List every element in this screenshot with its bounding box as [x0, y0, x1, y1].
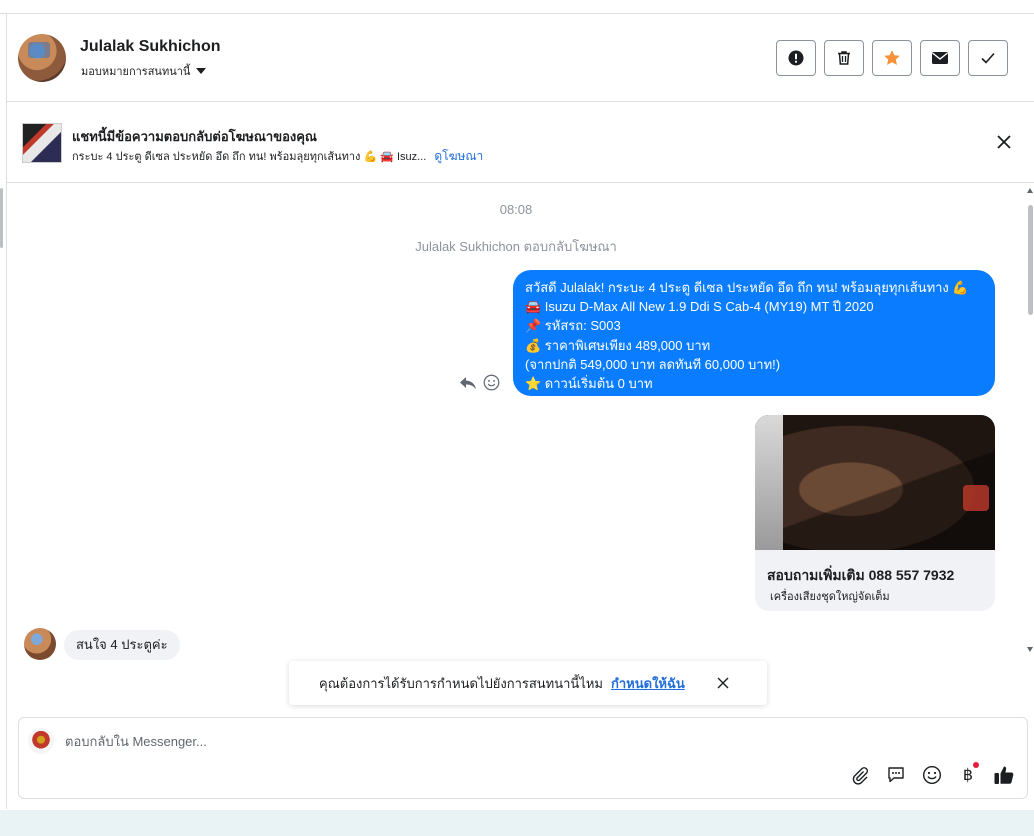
header-actions — [776, 40, 1008, 76]
like-button[interactable] — [993, 764, 1015, 786]
thread-scrollbar[interactable] — [1028, 205, 1033, 315]
assign-label: มอบหมายการสนทนานี้ — [81, 66, 191, 78]
contact-name[interactable]: Julalak Sukhichon — [80, 38, 220, 56]
reply-composer: ฿ — [18, 717, 1028, 799]
message-line: สวัสดี Julalak! กระบะ 4 ประตู ดีเซล ประห… — [525, 280, 969, 295]
emoji-button[interactable] — [921, 764, 943, 786]
assign-prompt: คุณต้องการได้รับการกำหนดไปยังการสนทนานี้… — [289, 661, 767, 705]
delete-button[interactable] — [824, 40, 864, 76]
alert-icon — [788, 50, 804, 66]
saved-replies-button[interactable] — [885, 764, 907, 786]
mark-done-button[interactable] — [968, 40, 1008, 76]
card-title: สอบถามเพิ่มเติม 088 557 7932 — [767, 567, 955, 583]
scroll-up-arrow[interactable] — [1027, 188, 1033, 193]
system-note: Julalak Sukhichon ตอบกลับโฆษณา — [415, 239, 617, 254]
scroll-down-arrow[interactable] — [1027, 647, 1033, 652]
card-subtitle: เครื่องเสียงชุดใหญ่จัดเต็ม — [770, 591, 890, 603]
paperclip-icon — [852, 767, 868, 785]
star-icon — [884, 50, 900, 65]
star-button[interactable] — [872, 40, 912, 76]
left-scrollbar[interactable] — [0, 188, 3, 248]
reply-icon[interactable] — [459, 375, 477, 391]
message-line: ⭐ ดาวน์เริ่มต้น 0 บาท — [525, 376, 653, 392]
message-line: 💰 ราคาพิเศษเพียง 489,000 บาท — [525, 337, 711, 353]
message-thread: 08:08 Julalak Sukhichon ตอบกลับโฆษณา สวั… — [7, 184, 1025, 710]
thumbs-up-icon — [994, 766, 1014, 784]
message-timestamp: 08:08 — [499, 202, 533, 217]
contact-avatar[interactable] — [18, 34, 66, 82]
close-icon[interactable] — [715, 675, 731, 691]
message-actions — [459, 374, 500, 391]
check-icon — [981, 52, 995, 64]
conversation-header: Julalak Sukhichon มอบหมายการสนทนานี้ — [7, 14, 1034, 102]
ad-reply-banner: แชทนี้มีข้อความตอบกลับต่อโฆษณาของคุณ กระ… — [7, 103, 1034, 183]
caret-down-icon — [196, 68, 207, 74]
outgoing-message[interactable]: สวัสดี Julalak! กระบะ 4 ประตู ดีเซล ประห… — [513, 270, 995, 396]
assign-prompt-text: คุณต้องการได้รับการกำหนดไปยังการสนทนานี้… — [319, 675, 603, 691]
reply-input[interactable] — [65, 731, 765, 751]
message-line: (จากปกติ 549,000 บาท ลดทันที 60,000 บาท!… — [525, 356, 781, 372]
saved-reply-icon — [888, 767, 904, 783]
incoming-message[interactable]: สนใจ 4 ประตูค่ะ — [64, 630, 180, 660]
message-line: 🚘 Isuzu D-Max All New 1.9 Ddi S Cab-4 (M… — [525, 299, 874, 315]
baht-icon: ฿ — [962, 767, 974, 784]
car-interior-image[interactable] — [755, 415, 995, 550]
assign-to-me-link[interactable]: กำหนดให้ฉัน — [611, 673, 685, 694]
page-avatar — [28, 728, 54, 754]
image-card-message[interactable]: สอบถามเพิ่มเติม 088 557 7932 เครื่องเสีย… — [755, 415, 995, 611]
message-line: 📌 รหัสรถ: S003 — [525, 318, 621, 334]
ad-banner-title: แชทนี้มีข้อความตอบกลับต่อโฆษณาของคุณ — [72, 129, 317, 144]
trash-icon — [838, 51, 850, 65]
ad-description: กระบะ 4 ประตู ดีเซล ประหยัด อึด ถึก ทน! … — [72, 151, 427, 163]
assign-conversation-dropdown[interactable]: มอบหมายการสนทนานี้ — [81, 62, 207, 80]
view-ad-link[interactable]: ดูโฆษณา — [434, 147, 483, 166]
ad-thumbnail — [22, 123, 62, 163]
notification-dot — [973, 762, 979, 768]
mail-icon — [932, 52, 948, 64]
inbox-conversation-panel: Julalak Sukhichon มอบหมายการสนทนานี้ แชท… — [0, 0, 1034, 836]
react-emoji-icon[interactable] — [483, 374, 500, 391]
close-icon[interactable] — [995, 133, 1013, 151]
bottom-status-strip — [0, 810, 1034, 836]
mark-spam-button[interactable] — [776, 40, 816, 76]
payment-button[interactable]: ฿ — [957, 762, 979, 786]
attach-button[interactable] — [849, 764, 871, 786]
ad-banner-subtitle: กระบะ 4 ประตู ดีเซล ประหยัด อึด ถึก ทน! … — [72, 147, 483, 166]
composer-tools: ฿ — [849, 762, 1015, 786]
emoji-icon — [922, 765, 942, 785]
contact-avatar-small — [24, 628, 56, 660]
mark-unread-button[interactable] — [920, 40, 960, 76]
